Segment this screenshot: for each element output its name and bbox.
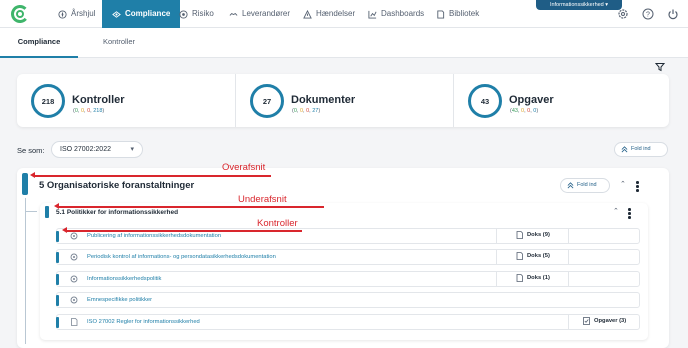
stat-title: Kontroller (72, 94, 125, 106)
control-icon (70, 232, 78, 240)
control-label[interactable]: Periodisk kontrol af informations- og pe… (87, 250, 276, 264)
row-indicator (56, 231, 59, 242)
collapse-icon (567, 182, 574, 189)
count-cell[interactable]: Doks (1) (496, 271, 568, 287)
nav-item-label: Leverandører (242, 9, 291, 18)
control-label[interactable]: ISO 27002 Regler for informationssikkerh… (87, 315, 200, 329)
stat-ring: 43 (468, 84, 502, 118)
control-row[interactable]: Emnespecifikke politikker (56, 292, 640, 308)
app-logo-icon[interactable] (10, 4, 30, 24)
tab-compliance[interactable]: Compliance (0, 28, 78, 58)
standard-select-value: ISO 27002:2022 (60, 146, 111, 153)
control-row[interactable]: ISO 27002 Regler for informationssikkerh… (56, 314, 640, 330)
chevron-up-icon[interactable]: ⌃ (613, 207, 619, 215)
annotation-kontroller: Kontroller (257, 218, 298, 229)
chevron-up-icon[interactable]: ⌃ (620, 180, 626, 188)
nav-item-haendelser[interactable]: Hændelser (303, 0, 355, 28)
see-as-label: Se som: (17, 146, 45, 155)
control-label[interactable]: Emnespecifikke politikker (87, 293, 152, 307)
nav-item-label: Årshjul (71, 9, 96, 18)
section-fold-button[interactable]: Fold ind (560, 178, 610, 193)
top-navigation: Årshjul Compliance Risiko Leverandører H… (0, 0, 688, 28)
document-icon (516, 252, 523, 260)
count-cell[interactable]: Doks (9) (496, 228, 568, 244)
control-row[interactable]: Informationssikkerhedspolitik Doks (1) (56, 271, 640, 287)
fold-all-button[interactable]: Fold ind (614, 142, 668, 157)
document-icon (516, 231, 523, 239)
document-icon (516, 274, 523, 282)
document-icon (437, 9, 445, 19)
nav-item-dashboards[interactable]: Dashboards (368, 0, 424, 28)
nav-item-label: Compliance (125, 9, 171, 18)
empty-cell (568, 228, 640, 244)
section-title[interactable]: 5 Organisatoriske foranstaltninger (39, 180, 194, 191)
sub-tabs: Compliance Kontroller (0, 28, 688, 58)
annotation-arrow (30, 172, 271, 178)
context-badge[interactable]: Informationssikkerhed ▾ (536, 0, 622, 10)
subsection-indicator (45, 206, 49, 218)
nav-item-bibliotek[interactable]: Bibliotek (436, 0, 479, 28)
row-indicator (56, 274, 59, 285)
nav-item-label: Hændelser (316, 9, 356, 18)
risk-icon (179, 9, 188, 19)
row-indicator (56, 252, 59, 263)
nav-item-label: Dashboards (381, 9, 425, 18)
stats-panel: 218 Kontroller (0, 0, 0, 218) 27 Dokumen… (17, 74, 669, 127)
annotation-arrow (62, 227, 302, 233)
row-indicator (56, 295, 59, 306)
nav-item-arshjul[interactable]: Årshjul (58, 0, 95, 28)
warning-icon (303, 9, 312, 19)
count-cell[interactable]: Doks (5) (496, 249, 568, 265)
stat-kontroller[interactable]: 218 Kontroller (0, 0, 0, 218) (17, 74, 235, 127)
compliance-icon (112, 10, 121, 18)
nav-item-label: Bibliotek (449, 9, 480, 18)
stat-title: Opgaver (509, 94, 554, 106)
stat-opgaver[interactable]: 43 Opgaver (43, 0, 0, 0) (453, 74, 669, 127)
empty-cell (568, 249, 640, 265)
nav-item-leverandorer[interactable]: Leverandører (229, 0, 290, 28)
annotation-underafsnit: Underafsnit (238, 194, 287, 205)
document-icon (71, 318, 78, 326)
tab-kontroller[interactable]: Kontroller (80, 28, 158, 58)
nav-item-label: Risiko (192, 9, 214, 18)
control-label[interactable]: Informationssikkerhedspolitik (87, 272, 161, 286)
collapse-icon (621, 146, 628, 153)
more-options-icon[interactable] (628, 208, 631, 220)
stat-title: Dokumenter (291, 94, 356, 106)
row-indicator (56, 317, 59, 328)
power-icon[interactable] (667, 8, 679, 20)
task-icon (583, 317, 590, 325)
subsection-title[interactable]: 5.1 Politikker for informationssikkerhed (56, 209, 178, 216)
nav-item-risiko[interactable]: Risiko (179, 0, 214, 28)
stat-ring: 218 (31, 84, 65, 118)
filter-icon[interactable] (655, 62, 665, 72)
tree-connector (25, 198, 26, 344)
help-icon[interactable]: ? (642, 8, 654, 20)
gear-icon[interactable] (617, 8, 629, 20)
stat-dokumenter[interactable]: 27 Dokumenter (0, 0, 0, 27) (235, 74, 453, 127)
stat-breakdown: (0, 0, 0, 218) (73, 108, 105, 114)
chart-icon (368, 10, 377, 19)
compass-icon (58, 9, 67, 19)
control-row[interactable]: Periodisk kontrol af informations- og pe… (56, 249, 640, 265)
more-options-icon[interactable] (636, 181, 639, 193)
nav-item-compliance[interactable]: Compliance (102, 0, 181, 28)
control-icon (70, 296, 78, 304)
control-icon (70, 253, 78, 261)
svg-text:?: ? (646, 12, 650, 19)
chevron-down-icon: ▾ (130, 146, 134, 153)
stat-ring: 27 (250, 84, 284, 118)
annotation-overafsnit: Overafsnit (222, 162, 266, 173)
count-cell[interactable]: Opgaver (3) (568, 314, 640, 330)
section-indicator (22, 173, 28, 195)
tree-connector (25, 211, 37, 212)
suppliers-icon (229, 12, 238, 16)
annotation-arrow (54, 203, 324, 209)
control-icon (70, 275, 78, 283)
stat-breakdown: (43, 0, 0, 0) (510, 108, 539, 114)
stat-breakdown: (0, 0, 0, 27) (292, 108, 321, 114)
empty-cell (568, 271, 640, 287)
standard-select[interactable]: ISO 27002:2022 ▾ (51, 141, 143, 158)
